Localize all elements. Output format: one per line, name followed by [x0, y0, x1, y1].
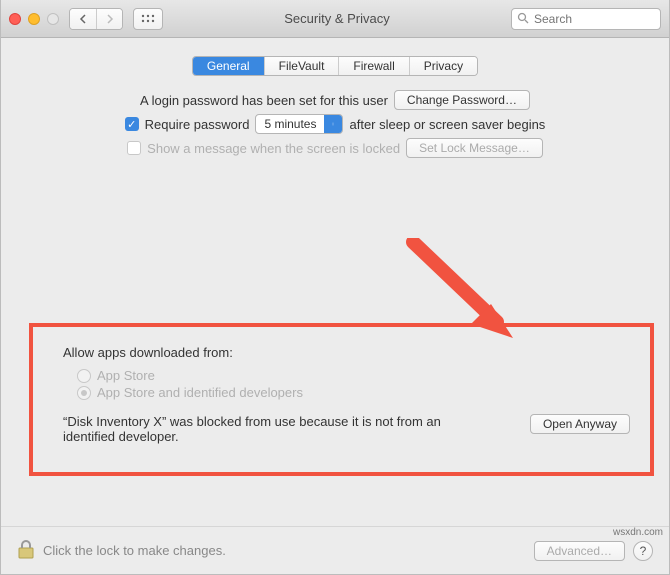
lock-hint: Click the lock to make changes.	[43, 543, 226, 558]
show-all-button[interactable]	[133, 8, 163, 30]
search-field-wrap	[511, 8, 661, 30]
require-password-delay-select[interactable]: 5 minutes	[255, 114, 343, 134]
login-password-status: A login password has been set for this u…	[140, 93, 388, 108]
after-sleep-label: after sleep or screen saver begins	[349, 117, 545, 132]
allow-apps-box: Allow apps downloaded from: App Store Ap…	[29, 323, 654, 476]
tab-privacy[interactable]: Privacy	[409, 57, 477, 75]
show-message-checkbox	[127, 141, 141, 155]
blocked-app-row: “Disk Inventory X” was blocked from use …	[63, 414, 630, 444]
blocked-app-message: “Disk Inventory X” was blocked from use …	[63, 414, 443, 444]
zoom-window-button	[47, 13, 59, 25]
preferences-window: Security & Privacy General FileVault Fir…	[0, 0, 670, 575]
allow-apps-title: Allow apps downloaded from:	[63, 345, 630, 360]
forward-button[interactable]	[96, 9, 122, 29]
allow-appstore-radio	[77, 369, 91, 383]
change-password-button[interactable]: Change Password…	[394, 90, 530, 110]
minimize-window-button[interactable]	[28, 13, 40, 25]
back-button[interactable]	[70, 9, 96, 29]
require-password-label: Require password	[145, 117, 250, 132]
tab-filevault[interactable]: FileVault	[264, 57, 339, 75]
chevron-up-down-icon	[324, 115, 342, 133]
window-title: Security & Privacy	[169, 11, 505, 26]
search-icon	[517, 12, 529, 27]
allow-appstore-label: App Store	[97, 368, 155, 383]
show-message-label: Show a message when the screen is locked	[147, 141, 400, 156]
require-password-delay-value: 5 minutes	[256, 115, 324, 133]
set-lock-message-button: Set Lock Message…	[406, 138, 543, 158]
login-password-line: A login password has been set for this u…	[19, 90, 651, 110]
nav-back-forward	[69, 8, 123, 30]
allow-appstore-identified-row: App Store and identified developers	[77, 385, 630, 400]
help-button[interactable]: ?	[633, 541, 653, 561]
window-controls	[9, 13, 59, 25]
lock-icon[interactable]	[17, 538, 35, 563]
tab-bar: General FileVault Firewall Privacy	[19, 56, 651, 76]
pane-body: General FileVault Firewall Privacy A log…	[1, 38, 669, 526]
tab-firewall[interactable]: Firewall	[338, 57, 408, 75]
watermark: wsxdn.com	[613, 527, 663, 538]
allow-appstore-row: App Store	[77, 368, 630, 383]
close-window-button[interactable]	[9, 13, 21, 25]
allow-appstore-identified-label: App Store and identified developers	[97, 385, 303, 400]
show-message-line: Show a message when the screen is locked…	[19, 138, 651, 158]
require-password-checkbox[interactable]: ✓	[125, 117, 139, 131]
tab-general[interactable]: General	[193, 57, 264, 75]
require-password-line: ✓ Require password 5 minutes after sleep…	[19, 114, 651, 134]
advanced-button[interactable]: Advanced…	[534, 541, 625, 561]
allow-appstore-identified-radio	[77, 386, 91, 400]
open-anyway-button[interactable]: Open Anyway	[530, 414, 630, 434]
search-input[interactable]	[511, 8, 661, 30]
titlebar: Security & Privacy	[1, 0, 669, 38]
footer: Click the lock to make changes. Advanced…	[1, 526, 669, 574]
